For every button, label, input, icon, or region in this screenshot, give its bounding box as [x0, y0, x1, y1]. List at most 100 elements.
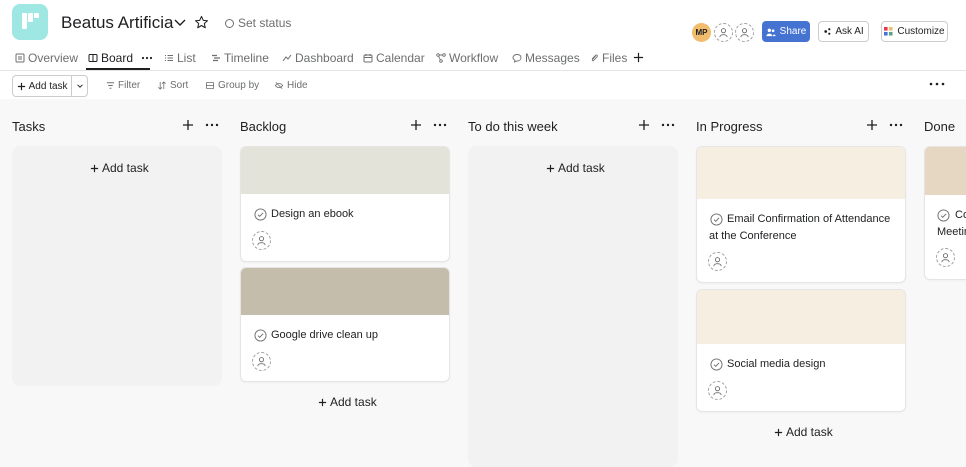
tab-list[interactable]: List [164, 51, 196, 65]
set-status-button[interactable]: Set status [225, 16, 291, 30]
add-task-split-button: Add task [12, 75, 88, 97]
more-horizontal-icon[interactable] [141, 56, 153, 60]
tab-label: Calendar [376, 51, 425, 65]
plus-icon [546, 164, 555, 172]
customize-button[interactable]: Customize [881, 21, 948, 42]
add-tab-plus-icon[interactable] [633, 52, 644, 63]
assignee-avatar-icon[interactable] [252, 352, 271, 371]
tab-files[interactable]: Files [589, 51, 627, 65]
card-title: Google drive clean up [271, 329, 379, 341]
check-circle-icon[interactable] [710, 358, 723, 371]
column-more-icon[interactable] [205, 123, 219, 127]
plus-icon [318, 398, 327, 406]
star-icon[interactable] [194, 15, 209, 30]
column-add-task-button[interactable]: Add task [546, 161, 605, 175]
column-more-icon[interactable] [433, 123, 447, 127]
filter-icon [106, 82, 115, 89]
add-task-dropdown[interactable] [72, 76, 87, 96]
column-add-plus-icon[interactable] [638, 119, 650, 131]
tab-label: Dashboard [295, 51, 354, 65]
assignee-avatar-icon[interactable] [708, 381, 727, 400]
column-add-task-button[interactable]: Add task [774, 425, 833, 439]
timeline-icon [212, 54, 220, 62]
hide-button[interactable]: Hide [274, 80, 308, 91]
plus-icon [90, 164, 99, 172]
add-task-label: Add task [28, 80, 68, 92]
tab-timeline[interactable]: Timeline [211, 51, 269, 65]
column-more-icon[interactable] [889, 123, 903, 127]
share-label: Share [779, 26, 807, 37]
eye-off-icon [274, 82, 284, 89]
task-card[interactable]: Co Meetin [924, 146, 966, 280]
column-add-plus-icon[interactable] [182, 119, 194, 131]
ask-ai-button[interactable]: Ask AI [818, 21, 869, 42]
filter-label: Filter [118, 80, 141, 91]
customize-label: Customize [897, 26, 945, 37]
task-card[interactable]: Google drive clean up [240, 267, 450, 382]
card-title: Social media design [727, 358, 826, 370]
task-card[interactable]: Design an ebook [240, 146, 450, 262]
column-header[interactable]: Done [924, 119, 955, 134]
people-icon [766, 28, 776, 36]
project-logo[interactable] [12, 4, 48, 40]
filter-button[interactable]: Filter [106, 80, 140, 91]
check-circle-icon[interactable] [254, 208, 267, 221]
card-cover [241, 268, 449, 315]
tab-messages[interactable]: Messages [512, 51, 580, 65]
group-by-button[interactable]: Group by [205, 80, 259, 91]
project-title[interactable]: Beatus Artificia [61, 13, 173, 33]
assignee-avatar-icon[interactable] [936, 248, 955, 267]
column-header[interactable]: Tasks [12, 119, 45, 134]
tab-label: Workflow [449, 51, 499, 65]
column-add-task-button[interactable]: Add task [90, 161, 149, 175]
sort-button[interactable]: Sort [157, 80, 188, 91]
set-status-label: Set status [238, 16, 292, 30]
column-header[interactable]: Backlog [240, 119, 286, 134]
column-add-plus-icon[interactable] [866, 119, 878, 131]
chevron-down-icon[interactable] [173, 15, 187, 29]
chevron-down-icon [76, 84, 83, 88]
tab-label: Board [101, 51, 134, 65]
assignee-avatar-icon[interactable] [708, 252, 727, 271]
group-by-label: Group by [218, 80, 260, 91]
add-task-label: Add task [786, 425, 833, 439]
column-add-task-button[interactable]: Add task [318, 395, 377, 409]
sparkle-icon [824, 28, 831, 35]
card-title: Design an ebook [271, 208, 354, 220]
project-tabs: Overview Board List Timeline Dashboard C… [0, 48, 966, 70]
task-card[interactable]: Email Confirmation of Attendance at the … [696, 146, 906, 283]
card-title: Email Confirmation of Attendance at the … [709, 213, 891, 242]
tab-overview[interactable]: Overview [15, 51, 78, 65]
column-to-do-this-week [468, 146, 678, 467]
more-options-icon[interactable] [929, 79, 945, 89]
board-icon [88, 54, 98, 62]
tab-dashboard[interactable]: Dashboard [282, 51, 354, 65]
task-card[interactable]: Social media design [696, 289, 906, 412]
hide-label: Hide [287, 80, 308, 91]
card-cover [697, 290, 905, 344]
dashboard-icon [282, 54, 292, 62]
add-task-button[interactable]: Add task [13, 76, 73, 96]
column-header[interactable]: To do this week [468, 119, 558, 134]
column-header[interactable]: In Progress [696, 119, 762, 134]
column-tasks [12, 146, 222, 386]
empty-avatar-icon[interactable] [735, 23, 754, 42]
messages-icon [512, 54, 522, 63]
status-dot-icon [225, 18, 234, 28]
check-circle-icon[interactable] [254, 329, 267, 342]
board: Tasks Add task Backlog Design an ebook G… [0, 99, 966, 467]
list-icon [165, 55, 173, 61]
avatar[interactable]: MP [692, 23, 711, 42]
tab-board[interactable]: Board [88, 51, 153, 65]
card-title: Co Meetin [937, 209, 966, 238]
tab-calendar[interactable]: Calendar [363, 51, 425, 65]
add-task-label: Add task [330, 395, 377, 409]
share-button[interactable]: Share [762, 21, 810, 42]
column-add-plus-icon[interactable] [410, 119, 422, 131]
ask-ai-label: Ask AI [835, 26, 864, 37]
tab-label: Messages [525, 51, 580, 65]
empty-avatar-icon[interactable] [714, 23, 733, 42]
tab-workflow[interactable]: Workflow [436, 51, 498, 65]
column-more-icon[interactable] [661, 123, 675, 127]
assignee-avatar-icon[interactable] [252, 231, 271, 250]
